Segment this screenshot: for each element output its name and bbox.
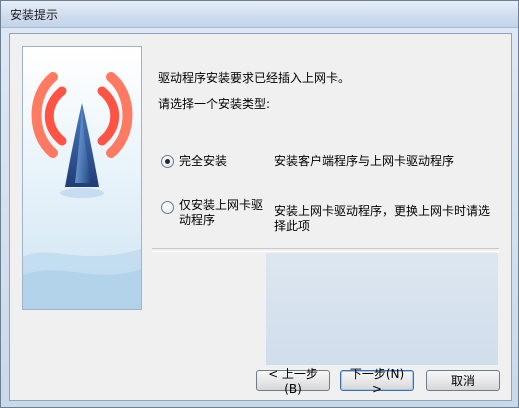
background-decoration [266,253,498,365]
title-bar: 安装提示 [1,1,518,28]
radio-unselected-icon[interactable] [161,201,174,214]
option-driver-only-label[interactable]: 仅安装上网卡驱动程序 [179,198,271,228]
wireless-banner [22,46,142,310]
instruction-line-1: 驱动程序安装要求已经插入上网卡。 [158,71,351,85]
dialog-window: 安装提示 驱动程序安装要求已经插入上网卡。 请选择一个安装类型: 完全安装 安装… [0,0,519,408]
instruction-line-2: 请选择一个安装类型: [158,97,271,111]
next-button[interactable]: 下一步(N) > [340,367,414,396]
dialog-content: 驱动程序安装要求已经插入上网卡。 请选择一个安装类型: 完全安装 安装客户端程序… [9,33,512,401]
cancel-button[interactable]: 取消 [426,370,500,391]
window-title: 安装提示 [10,8,59,22]
wireless-signal-icon [23,72,141,309]
radio-selected-icon[interactable] [161,155,174,168]
back-button[interactable]: < 上一步(B) [256,367,330,396]
option-full-install-description: 安装客户端程序与上网卡驱动程序 [274,154,455,168]
option-full-install-label[interactable]: 完全安装 [179,152,227,169]
radio-selected-dot [165,159,170,164]
separator [152,248,499,252]
option-driver-only-description: 安装上网卡驱动程序，更换上网卡时请选择此项 [274,204,491,233]
